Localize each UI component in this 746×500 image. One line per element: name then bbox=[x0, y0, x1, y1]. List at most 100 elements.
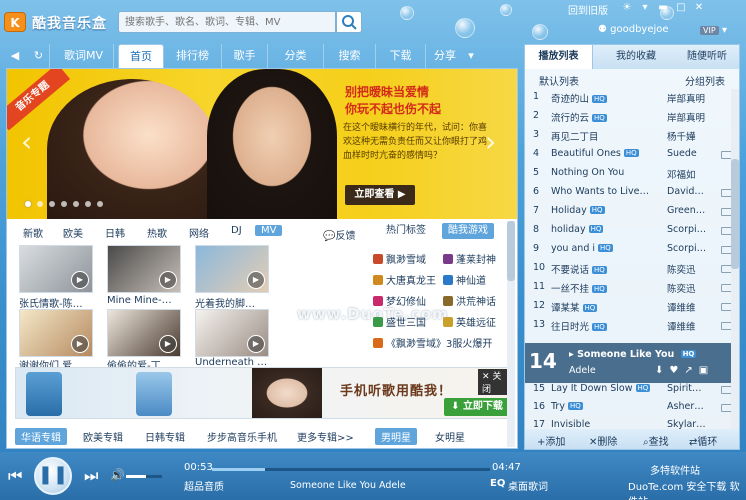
game-link[interactable]: 洪荒神话 bbox=[443, 293, 496, 308]
ad-download-button[interactable]: ⬇ 立即下载 bbox=[444, 398, 510, 416]
game-link[interactable]: 英雄远征 bbox=[443, 314, 496, 329]
banner-dot[interactable] bbox=[73, 201, 79, 207]
banner-dot[interactable] bbox=[85, 201, 91, 207]
search-box[interactable] bbox=[118, 11, 336, 33]
tab-playlist[interactable]: 播放列表 bbox=[525, 45, 593, 69]
video-thumbnail[interactable]: ▶ bbox=[195, 309, 269, 357]
audio-quality[interactable]: 超品音质 bbox=[184, 478, 224, 493]
user-area[interactable]: ⚉ goodbyejoe bbox=[598, 24, 669, 35]
game-link[interactable]: 蓬莱封神 bbox=[443, 251, 496, 266]
video-thumbnail[interactable]: ▶ bbox=[107, 245, 181, 293]
game-link[interactable]: 盛世三国 bbox=[373, 314, 426, 329]
menu-icon[interactable]: ▾ bbox=[638, 2, 652, 14]
playlist-row[interactable]: 15 Lay It Down Slow HQ Spirit… bbox=[525, 383, 732, 401]
tab-hot-tags[interactable]: 热门标签 bbox=[380, 223, 432, 239]
playlist-row[interactable]: 13 往日时光 HQ 谭维维 bbox=[525, 319, 732, 337]
banner-dot[interactable] bbox=[37, 201, 43, 207]
playlist-row[interactable]: 2 流行的云 HQ 岸部真明 bbox=[525, 110, 731, 128]
tab-bbk-phone[interactable]: 步步高音乐手机 bbox=[207, 429, 277, 444]
playlist-row[interactable]: 1 奇迹的山 HQ 岸部真明 bbox=[525, 91, 731, 109]
playlist-row[interactable]: 5 Nothing On You 邓福如 bbox=[525, 167, 731, 185]
progress-bar[interactable] bbox=[212, 468, 490, 471]
nav-back-button[interactable]: ◀ bbox=[4, 44, 26, 68]
playlist-row[interactable]: 11 一丝不挂 HQ 陈奕迅 bbox=[525, 281, 732, 299]
find-button[interactable]: ⌕查找 bbox=[643, 433, 669, 448]
banner-dot[interactable] bbox=[97, 201, 103, 207]
tab-categories[interactable]: 分类 bbox=[268, 44, 324, 68]
tab-western-albums[interactable]: 欧美专辑 bbox=[83, 429, 123, 444]
search-input[interactable] bbox=[119, 12, 335, 32]
delete-button[interactable]: ✕删除 bbox=[589, 433, 617, 448]
banner-view-button[interactable]: 立即查看 ▶ bbox=[345, 185, 415, 205]
default-list-label[interactable]: 默认列表 bbox=[539, 73, 579, 88]
category-dj[interactable]: DJ bbox=[231, 225, 242, 236]
category-western[interactable]: 欧美 bbox=[63, 225, 83, 240]
desktop-lyrics-button[interactable]: 桌面歌词 bbox=[508, 478, 548, 493]
tab-jpkr-albums[interactable]: 日韩专辑 bbox=[145, 429, 185, 444]
category-mv[interactable]: MV bbox=[255, 225, 283, 236]
eq-button[interactable]: EQ bbox=[490, 478, 505, 489]
play-icon[interactable]: ▶ bbox=[247, 271, 265, 289]
next-icon[interactable]: ⏭ bbox=[84, 466, 98, 486]
tab-kuwo-games[interactable]: 酷我游戏 bbox=[442, 223, 494, 239]
video-thumbnail[interactable]: ▶ bbox=[107, 309, 181, 357]
tab-favorites[interactable]: 我的收藏 bbox=[601, 45, 671, 69]
video-thumbnail[interactable]: ▶ bbox=[195, 245, 269, 293]
play-icon[interactable]: ▶ bbox=[71, 271, 89, 289]
maximize-icon[interactable]: □ bbox=[674, 2, 688, 14]
tab-chinese-albums[interactable]: 华语专辑 bbox=[15, 428, 67, 445]
playlist-scrollbar[interactable] bbox=[731, 89, 739, 429]
app-download-ad[interactable]: 手机听歌用酷我！ ✕ 关闭 ⬇ 立即下载 bbox=[15, 367, 511, 419]
volume-slider[interactable] bbox=[126, 475, 162, 478]
game-link[interactable]: 大唐真龙王 bbox=[373, 272, 436, 287]
more-albums-link[interactable]: 更多专辑>> bbox=[297, 429, 354, 444]
category-hot[interactable]: 热歌 bbox=[147, 225, 167, 240]
loop-button[interactable]: ⇄循环 bbox=[689, 433, 717, 448]
tab-search[interactable]: 搜索 bbox=[324, 44, 376, 68]
play-icon[interactable]: ▶ bbox=[71, 335, 89, 353]
main-scrollbar[interactable] bbox=[507, 221, 515, 447]
share-dropdown-icon[interactable]: ▾ bbox=[464, 44, 478, 68]
playlist-row[interactable]: 10 不要说话 HQ 陈奕迅 bbox=[525, 262, 732, 280]
feedback-link[interactable]: 💬反馈 bbox=[323, 227, 355, 242]
playlist-row[interactable]: 7 Holiday HQ Green… bbox=[525, 205, 732, 223]
minimize-icon[interactable]: ▬ bbox=[656, 2, 670, 14]
game-link[interactable]: 梦幻修仙 bbox=[373, 293, 426, 308]
play-icon[interactable]: ▶ bbox=[159, 271, 177, 289]
video-thumbnail[interactable]: ▶ bbox=[19, 245, 93, 293]
volume-icon[interactable]: 🔊 bbox=[110, 468, 125, 482]
search-button[interactable] bbox=[336, 11, 362, 33]
tab-male-stars[interactable]: 男明星 bbox=[375, 428, 417, 445]
video-title[interactable]: 张氏情歌-陈… bbox=[19, 295, 99, 310]
now-playing-row[interactable]: 14 ▸ Someone Like You HQ Adele ⬇♥↗▣ bbox=[525, 343, 733, 383]
playlist-row[interactable]: 4 Beautiful Ones HQ Suede bbox=[525, 148, 732, 166]
mv-icon[interactable]: ▣ bbox=[699, 365, 714, 376]
playlist-row[interactable]: 12 谭某某 HQ 谭维维 bbox=[525, 300, 732, 318]
video-thumbnail[interactable]: ▶ bbox=[19, 309, 93, 357]
game-link[interactable]: 神仙道 bbox=[443, 272, 486, 287]
category-jpkr[interactable]: 日韩 bbox=[105, 225, 125, 240]
group-list-label[interactable]: 分组列表 bbox=[685, 73, 725, 88]
tab-lyrics-mv[interactable]: 歌词MV bbox=[54, 44, 114, 68]
tab-artists[interactable]: 歌手 bbox=[222, 44, 268, 68]
heart-icon[interactable]: ♥ bbox=[669, 365, 684, 376]
skin-icon[interactable]: ☀ bbox=[620, 2, 634, 14]
tab-random-listen[interactable]: 随便听听 bbox=[675, 45, 739, 69]
video-title[interactable]: Mine Mine-… bbox=[107, 295, 187, 306]
game-link[interactable]: 《飘渺雪域》3服火爆开 bbox=[373, 335, 492, 350]
add-button[interactable]: +添加 bbox=[537, 433, 565, 448]
tab-home[interactable]: 首页 bbox=[118, 44, 164, 68]
playlist-row[interactable]: 8 holiday HQ Scorpi… bbox=[525, 224, 732, 242]
ad-close-button[interactable]: ✕ 关闭 bbox=[478, 369, 510, 395]
download-icon[interactable]: ⬇ bbox=[655, 365, 669, 376]
tab-charts[interactable]: 排行榜 bbox=[164, 44, 222, 68]
play-icon[interactable]: ▶ bbox=[159, 335, 177, 353]
feature-banner[interactable]: 音乐专题 别把暧昧当爱情 你玩不起也伤不起 在这个暧昧横行的年代，试问：你喜欢这… bbox=[7, 69, 517, 219]
banner-prev-icon[interactable]: ‹ bbox=[21, 125, 32, 158]
main-scrollbar-thumb[interactable] bbox=[507, 221, 515, 281]
category-web[interactable]: 网络 bbox=[189, 225, 209, 240]
back-to-old-version-link[interactable]: 回到旧版 bbox=[568, 2, 608, 17]
playlist-scrollbar-thumb[interactable] bbox=[731, 159, 739, 269]
category-new[interactable]: 新歌 bbox=[23, 225, 43, 240]
pause-button[interactable]: ❚❚ bbox=[34, 457, 72, 495]
